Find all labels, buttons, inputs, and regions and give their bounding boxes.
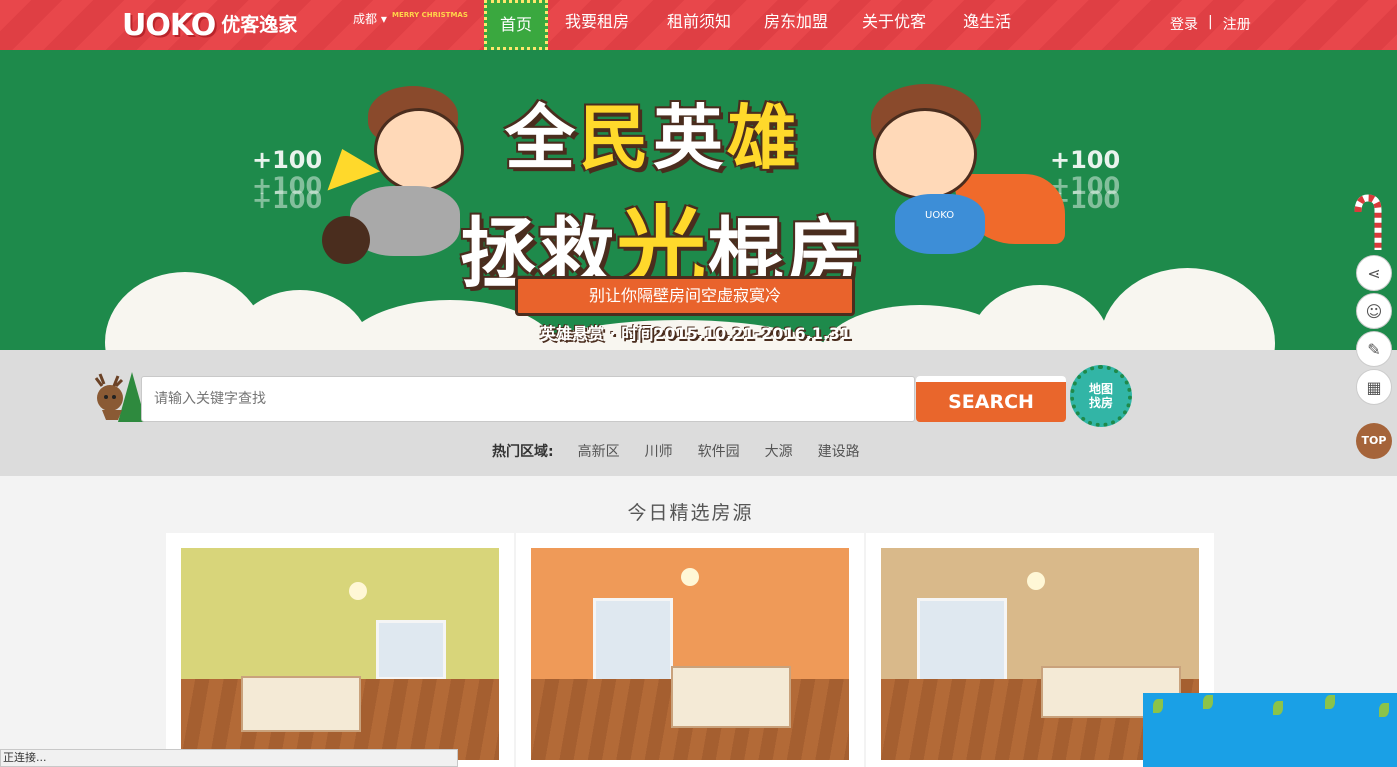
christmas-badge: MERRY CHRISTMAS [392,11,468,19]
nav-landlord[interactable]: 房东加盟 [747,0,845,50]
map-search-label-1: 地图 [1088,382,1113,396]
hot-area-link[interactable]: 软件园 [698,441,740,461]
star-burst-icon [315,139,381,191]
city-label: 成都 [353,12,378,26]
floating-ad-popup[interactable] [1143,693,1397,767]
listing-photo[interactable] [531,548,849,760]
nav-home[interactable]: 首页 [484,0,548,50]
share-button[interactable]: ⋖ [1356,255,1392,291]
leaf-decor [1153,699,1163,713]
search-input[interactable] [141,376,915,422]
banner-ribbon: 别让你隔壁房间空虚寂寞冷 [515,276,855,316]
listing-cards [166,533,1214,767]
hot-area-link[interactable]: 大源 [765,441,793,461]
qq-button[interactable]: ☺ [1356,293,1392,329]
plus-label: +100 [252,146,323,174]
top-navigation-bar: UOKO 优客逸家 成都 ▾ MERRY CHRISTMAS 首页 我要租房 租… [0,0,1397,50]
listing-card[interactable] [166,533,514,767]
cloud-decor [1100,268,1275,350]
listing-photo[interactable] [181,548,499,760]
plus-label: +100 [252,186,323,214]
hot-area-link[interactable]: 建设路 [818,441,860,461]
feedback-icon: ✎ [1367,339,1381,359]
logo-text-cn: 优客逸家 [221,13,298,36]
chevron-down-icon: ▾ [380,12,387,26]
auth-separator: | [1208,14,1213,30]
search-button[interactable]: SEARCH [916,376,1066,422]
feedback-button[interactable]: ✎ [1356,331,1392,367]
hot-areas-label: 热门区域: [492,444,554,460]
hot-area-link[interactable]: 川师 [645,441,673,461]
map-search-label-2: 找房 [1088,396,1113,410]
qq-icon: ☺ [1365,301,1383,321]
banner-campaign-dates: 英雄悬赏 · 时间2015.10.21-2016.1.31 [540,324,852,343]
register-link[interactable]: 注册 [1223,14,1251,34]
search-section: SEARCH 地图 找房 热门区域: 高新区 川师 软件园 大源 建设路 [0,350,1397,476]
featured-listings-title: 今日精选房源 [627,502,754,524]
promo-banner[interactable]: +100 +100 +100 +100 +100 +100 UOKO 全民英雄 … [0,50,1397,350]
auth-links: 登录 | 注册 [1170,14,1251,34]
hero-badge-text: UOKO [925,210,955,221]
nav-about[interactable]: 关于优客 [845,0,943,50]
nav-before-rent[interactable]: 租前须知 [651,0,747,50]
qrcode-icon: ▦ [1366,377,1382,397]
logo-text-en: UOKO [122,7,216,43]
hero-boy-illustration: UOKO [855,84,1065,284]
back-to-top-button[interactable]: TOP [1356,423,1392,459]
map-search-button[interactable]: 地图 找房 [1070,365,1132,427]
listing-card[interactable] [516,533,864,767]
leaf-decor [1325,695,1335,709]
candy-cane-icon [1354,194,1382,250]
share-icon: ⋖ [1367,263,1381,283]
login-link[interactable]: 登录 [1170,14,1198,34]
browser-status-bar: 正连接... [0,749,458,767]
leaf-decor [1273,701,1283,715]
site-logo[interactable]: UOKO 优客逸家 [122,6,297,44]
city-selector[interactable]: 成都 ▾ [353,10,387,27]
banner-headline-line1: 全民英雄 [505,97,801,179]
nav-rent[interactable]: 我要租房 [565,0,651,50]
leaf-decor [1379,703,1389,717]
main-nav: 首页 我要租房 租前须知 房东加盟 关于优客 逸生活 [484,0,1031,50]
cloud-decor [970,285,1110,350]
nav-life[interactable]: 逸生活 [943,0,1031,50]
leaf-decor [1203,695,1213,709]
hot-area-link[interactable]: 高新区 [578,441,620,461]
plus-label: +100 [1050,146,1121,174]
hot-areas: 热门区域: 高新区 川师 软件园 大源 建设路 [492,441,873,461]
qrcode-button[interactable]: ▦ [1356,369,1392,405]
